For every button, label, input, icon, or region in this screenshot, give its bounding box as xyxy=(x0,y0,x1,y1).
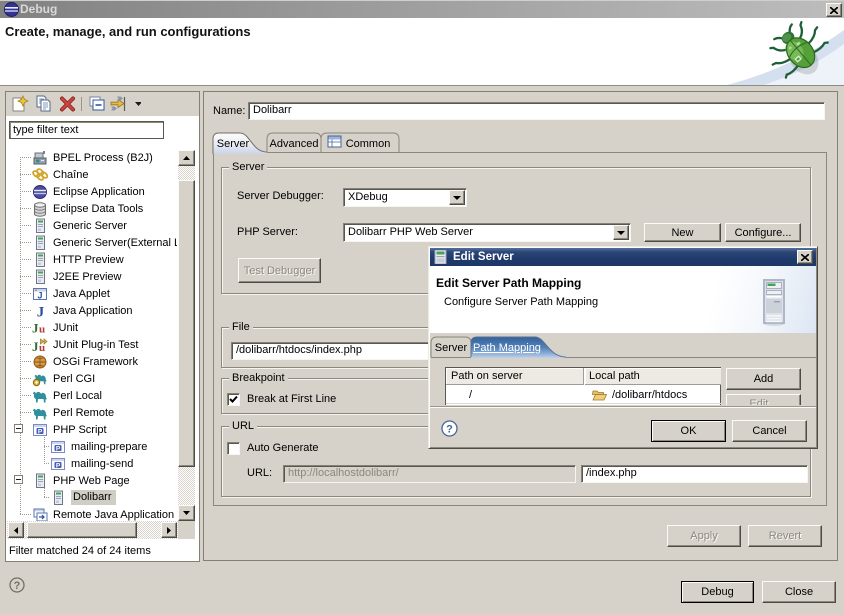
svg-text:?: ? xyxy=(446,424,453,436)
svg-text:Server: Server xyxy=(217,138,250,150)
svg-text:J: J xyxy=(32,320,39,335)
svg-text:Server: Server xyxy=(435,342,468,354)
svg-text:J: J xyxy=(32,339,39,353)
svg-text:P: P xyxy=(38,428,43,435)
svg-text:J: J xyxy=(37,304,45,319)
svg-text:u: u xyxy=(39,323,45,335)
svg-text:P: P xyxy=(56,462,61,469)
svg-text:Common: Common xyxy=(346,138,391,150)
svg-text:Advanced: Advanced xyxy=(270,138,319,150)
svg-text:?: ? xyxy=(14,580,21,592)
svg-text:Path Mapping: Path Mapping xyxy=(473,342,541,354)
svg-text:J: J xyxy=(37,290,42,300)
svg-text:P: P xyxy=(56,445,61,452)
